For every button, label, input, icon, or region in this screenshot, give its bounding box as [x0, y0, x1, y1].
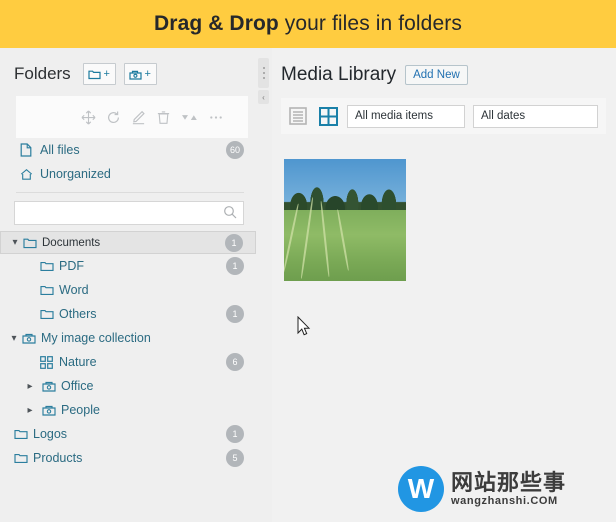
folders-panel: Folders + + All files 60 Unorganized ▾ D… [0, 48, 256, 522]
folder-icon [40, 260, 59, 272]
chevron-down-icon[interactable]: ▾ [6, 333, 22, 344]
chevron-right-icon[interactable]: ▸ [22, 381, 38, 392]
tree-item-label: PDF [59, 259, 84, 273]
watermark-en-text: wangzhanshi.COM [451, 495, 558, 508]
folders-title: Folders [14, 64, 71, 83]
more-icon[interactable] [208, 110, 224, 125]
tree-item-label: Office [61, 379, 94, 393]
tree-item-products[interactable]: Products 5 [0, 446, 256, 470]
page-title: Media Library [281, 64, 397, 85]
status-badge: 1 [225, 233, 243, 252]
chevron-left-icon[interactable]: ‹ [258, 90, 269, 104]
file-icon [20, 143, 38, 157]
folder-tree: ▾ Documents 1 PDF 1 Word Others 1 ▾ My i… [0, 231, 256, 470]
tree-item-nature[interactable]: Nature 6 [0, 350, 256, 374]
folder-icon [40, 308, 59, 320]
collection-plus-icon [129, 69, 143, 80]
chevron-right-icon[interactable]: ▸ [22, 405, 38, 416]
grid-icon [40, 355, 59, 369]
sidebar-divider [16, 192, 244, 193]
list-view-icon[interactable] [287, 105, 309, 127]
mouse-cursor [297, 315, 311, 342]
sidebar-item-label: Unorganized [40, 167, 111, 181]
banner-text: Drag & Drop your files in folders [154, 12, 462, 36]
drag-handle-icon[interactable] [258, 58, 269, 88]
banner-bold-text: Drag & Drop [154, 12, 279, 35]
collection-icon [42, 404, 61, 416]
refresh-icon[interactable] [106, 110, 121, 125]
folder-search [14, 201, 244, 225]
media-grid [281, 156, 409, 284]
move-icon[interactable] [81, 110, 96, 125]
media-thumbnail[interactable] [281, 156, 409, 284]
grid-view-icon[interactable] [317, 105, 339, 127]
tree-item-label: Nature [59, 355, 97, 369]
sidebar-item-unorganized[interactable]: Unorganized [0, 162, 256, 186]
tree-item-word[interactable]: Word [0, 278, 256, 302]
tree-item-label: People [61, 403, 100, 417]
folder-open-icon [23, 237, 42, 249]
add-folder-button[interactable]: + [82, 63, 116, 85]
folder-icon [14, 452, 33, 464]
folder-icon [14, 428, 33, 440]
add-collection-button[interactable]: + [123, 63, 157, 85]
sidebar-item-label: All files [40, 143, 80, 157]
status-badge: 6 [226, 353, 244, 371]
status-badge: 60 [225, 141, 244, 159]
delete-icon[interactable] [156, 110, 171, 125]
app-root: Drag & Drop your files in folders Folder… [0, 0, 616, 522]
tree-item-my-image-collection[interactable]: ▾ My image collection [0, 326, 256, 350]
tree-item-logos[interactable]: Logos 1 [0, 422, 256, 446]
media-filter-value: All media items [347, 104, 465, 128]
tree-item-label: My image collection [41, 331, 151, 345]
chevron-down-icon[interactable]: ▾ [7, 237, 23, 248]
tree-item-office[interactable]: ▸ Office [0, 374, 256, 398]
media-library-header: Media Library Add New [272, 48, 616, 90]
media-toolbar: All media items All dates [281, 98, 606, 134]
drag-drop-banner: Drag & Drop your files in folders [0, 0, 616, 48]
collection-icon [42, 380, 61, 392]
panel-splitter[interactable]: ‹ [258, 58, 270, 104]
search-input[interactable] [14, 201, 244, 225]
status-badge: 1 [226, 305, 244, 323]
sort-icon[interactable] [181, 110, 198, 125]
watermark-logo: W [398, 466, 444, 512]
status-badge: 1 [226, 257, 244, 275]
folder-icon [40, 284, 59, 296]
tree-item-label: Word [59, 283, 89, 297]
plus-glyph: + [144, 67, 151, 80]
banner-rest-text: your files in folders [278, 12, 462, 35]
status-badge: 5 [226, 449, 244, 467]
tree-item-label: Documents [42, 236, 101, 249]
media-filter-dropdown[interactable]: All media items [347, 104, 465, 128]
date-filter-value: All dates [473, 104, 598, 128]
media-library-panel: Media Library Add New All media items Al… [272, 48, 616, 522]
date-filter-dropdown[interactable]: All dates [473, 104, 598, 128]
edit-icon[interactable] [131, 110, 146, 125]
search-icon[interactable] [223, 205, 237, 224]
tree-item-pdf[interactable]: PDF 1 [0, 254, 256, 278]
add-new-button[interactable]: Add New [405, 64, 468, 86]
plus-glyph: + [103, 67, 110, 80]
tree-item-label: Others [59, 307, 97, 321]
collection-icon [22, 332, 41, 344]
folder-actions-toolbar [16, 96, 248, 138]
tree-item-documents[interactable]: ▾ Documents 1 [0, 231, 256, 254]
home-icon [20, 168, 38, 181]
watermark-text: 网站那些事 wangzhanshi.COM [451, 471, 566, 507]
folder-plus-icon [88, 69, 102, 80]
sidebar-item-all-files[interactable]: All files 60 [0, 138, 256, 162]
status-badge: 1 [226, 425, 244, 443]
tree-item-others[interactable]: Others 1 [0, 302, 256, 326]
watermark: W 网站那些事 wangzhanshi.COM [398, 466, 566, 512]
folders-header: Folders + + [0, 48, 256, 90]
tree-item-label: Logos [33, 427, 68, 441]
tree-item-label: Products [33, 451, 83, 465]
watermark-cn-text: 网站那些事 [451, 469, 567, 495]
tree-item-people[interactable]: ▸ People [0, 398, 256, 422]
